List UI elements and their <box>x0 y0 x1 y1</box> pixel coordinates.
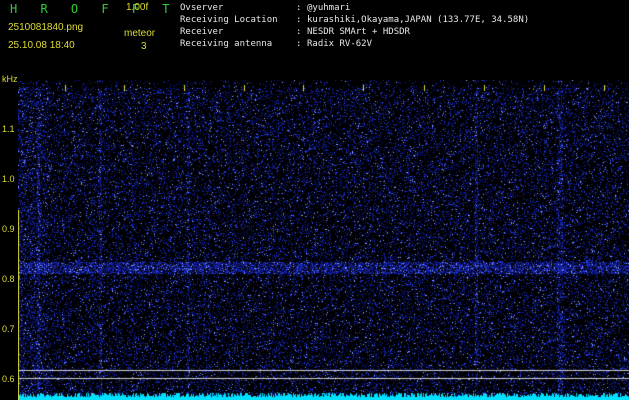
info-value-location: kurashiki,Okayama,JAPAN (133.77E, 34.58N… <box>307 15 530 25</box>
y-tick-label: 0.8 <box>2 274 15 284</box>
spectrogram-canvas <box>18 80 629 400</box>
info-label-observer: Ovserver <box>180 3 224 13</box>
meteor-label: meteor <box>124 28 156 39</box>
info-separator: : <box>296 3 302 13</box>
meteor-count: 3 <box>141 41 147 52</box>
info-value-observer: @yuhmari <box>307 3 351 13</box>
info-value-antenna: Radix RV-62V <box>307 39 373 49</box>
y-tick-label: 0.7 <box>2 324 15 334</box>
info-separator: : <box>296 15 302 25</box>
info-value-receiver: NESDR SMArt + HDSDR <box>307 27 410 37</box>
info-separator: : <box>296 39 302 49</box>
info-label-location: Receiving Location <box>180 15 278 25</box>
y-axis-unit: kHz <box>2 74 18 84</box>
filename-label: 2510081840.png <box>8 22 84 33</box>
version-label: 1.00f <box>126 2 149 13</box>
info-separator: : <box>296 27 302 37</box>
app-title: H R O F F T <box>10 2 178 16</box>
y-tick-label: 1.1 <box>2 124 15 134</box>
info-label-receiver: Receiver <box>180 27 224 37</box>
y-tick-label: 0.6 <box>2 374 15 384</box>
datetime-label: 25.10.08 18:40 <box>8 40 75 51</box>
y-tick-label: 0.9 <box>2 224 15 234</box>
spectrogram-window: H R O F F T 1.00f 2510081840.png 25.10.0… <box>0 0 629 400</box>
y-tick-label: 1.0 <box>2 174 15 184</box>
info-label-antenna: Receiving antenna <box>180 39 273 49</box>
